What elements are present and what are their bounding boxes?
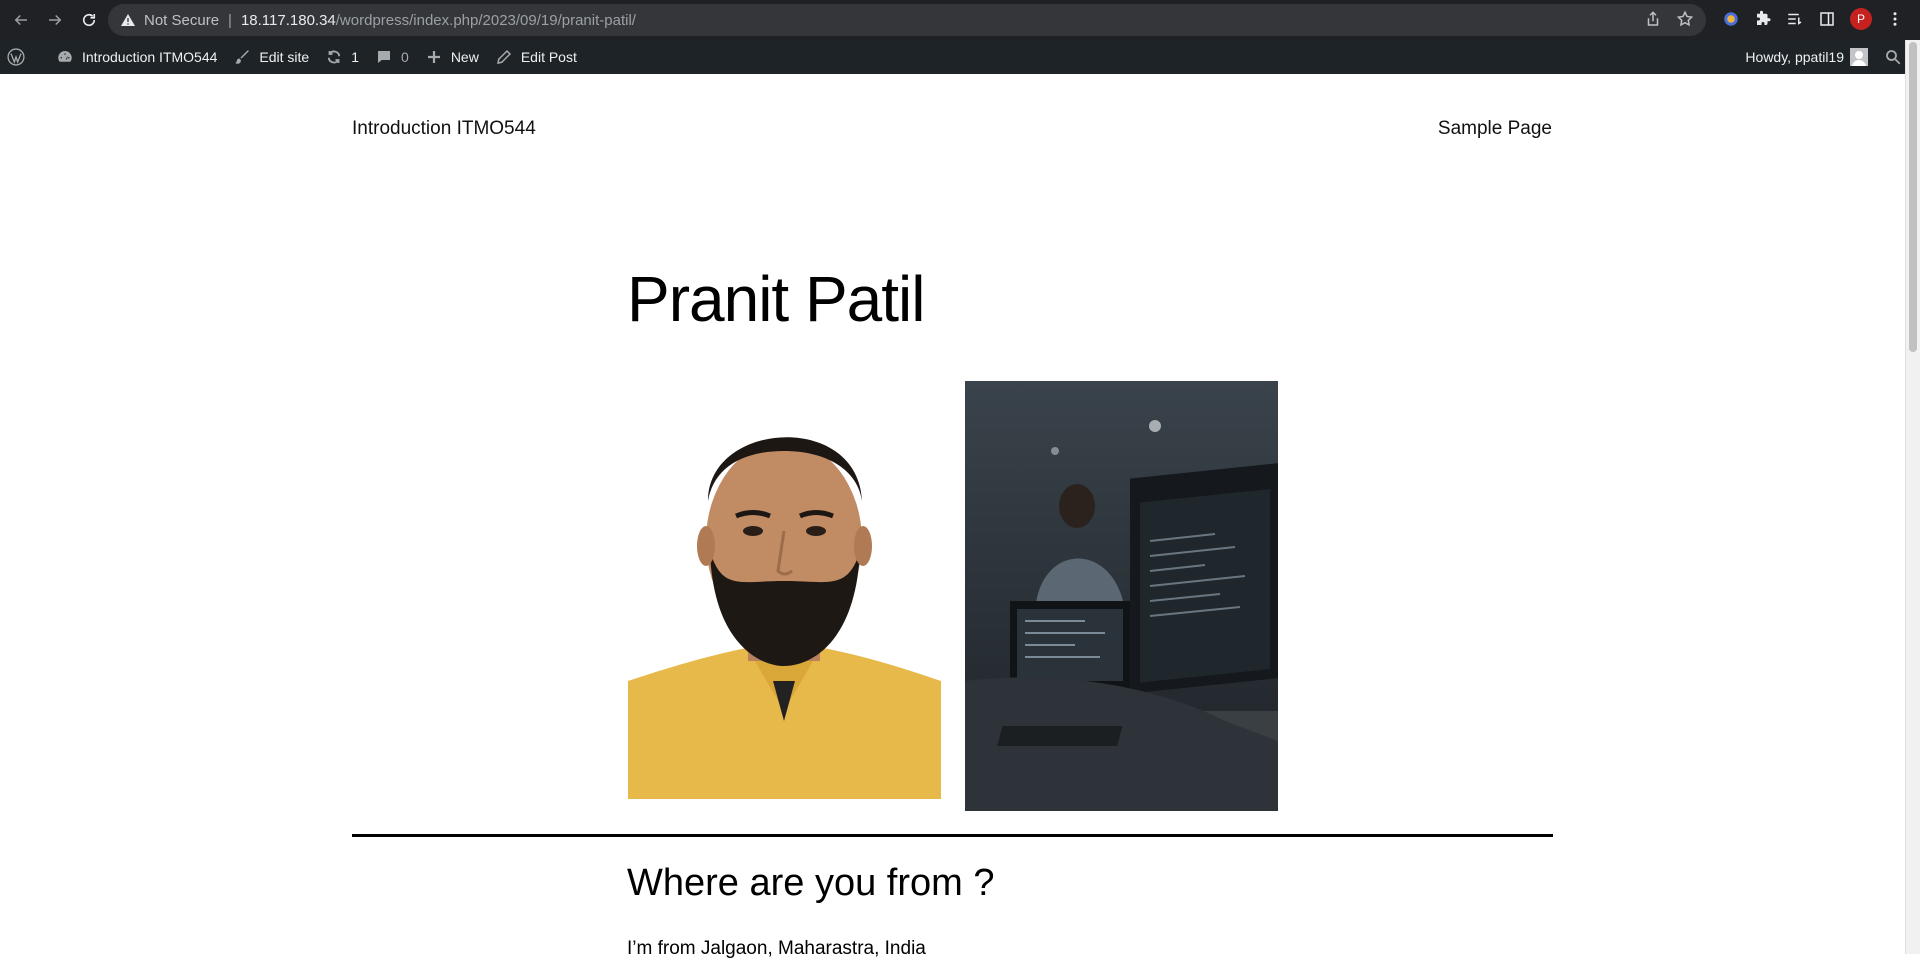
omnibox-actions: [1644, 10, 1694, 28]
reload-button[interactable]: [74, 5, 104, 35]
reload-icon: [82, 13, 96, 27]
section-paragraph: I’m from Jalgaon, Maharastra, India: [627, 938, 926, 959]
brush-icon: [235, 50, 250, 64]
url-separator: |: [228, 11, 232, 29]
site-title-link[interactable]: Introduction ITMO544: [352, 118, 536, 140]
wordpress-logo-icon: [7, 48, 25, 66]
comments-link[interactable]: 0: [367, 40, 417, 74]
new-label: New: [450, 49, 479, 65]
updates-link[interactable]: 1: [317, 40, 367, 74]
site-name-label: Introduction ITMO544: [82, 49, 218, 65]
site-header: Introduction ITMO544 Sample Page: [352, 118, 1552, 140]
howdy-label: Howdy, ppatil19: [1745, 49, 1844, 65]
edit-site-label: Edit site: [259, 49, 310, 65]
section-heading: Where are you from ?: [627, 862, 995, 904]
updates-count: 1: [351, 49, 360, 65]
back-arrow-icon: [14, 14, 27, 26]
puzzle-extensions-icon[interactable]: [1754, 10, 1772, 28]
admin-bar-secondary: Howdy, ppatil19: [1737, 40, 1920, 74]
profile-avatar[interactable]: P: [1850, 8, 1872, 30]
comments-count: 0: [401, 49, 409, 65]
office-workspace-photo: [965, 381, 1278, 811]
side-panel-icon[interactable]: [1818, 10, 1836, 28]
security-label[interactable]: Not Secure: [144, 12, 219, 29]
forward-arrow-icon: [49, 14, 62, 26]
user-avatar: [1850, 48, 1868, 66]
scrollbar-thumb[interactable]: [1909, 42, 1917, 352]
site-name-menu[interactable]: Introduction ITMO544: [48, 40, 225, 74]
browser-toolbar: Not Secure | 18.117.180.34/wordpress/ind…: [0, 0, 1920, 40]
url-host: 18.117.180.34: [240, 11, 336, 29]
address-bar[interactable]: Not Secure | 18.117.180.34/wordpress/ind…: [108, 4, 1706, 36]
extensions-area: P: [1722, 8, 1904, 30]
reading-list-icon[interactable]: [1786, 10, 1804, 28]
share-icon[interactable]: [1644, 10, 1662, 28]
new-content-menu[interactable]: New: [417, 40, 487, 74]
dashboard-icon: [58, 51, 72, 62]
extension-badge-icon[interactable]: [1722, 10, 1740, 28]
page-scrollbar[interactable]: [1905, 40, 1920, 954]
plus-icon: [427, 51, 440, 63]
updates-refresh-icon: [328, 50, 341, 64]
edit-post-link[interactable]: Edit Post: [487, 40, 585, 74]
pencil-icon: [496, 49, 511, 64]
my-account-menu[interactable]: Howdy, ppatil19: [1737, 40, 1876, 74]
post-title: Pranit Patil: [627, 263, 925, 335]
edit-post-label: Edit Post: [520, 49, 577, 65]
warning-icon: [121, 14, 135, 26]
comment-bubble-icon: [378, 51, 391, 63]
url-path: /wordpress/index.php/2023/09/19/pranit-p…: [335, 11, 636, 29]
more-menu-icon[interactable]: [1886, 10, 1904, 28]
bookmark-star-icon[interactable]: [1676, 10, 1694, 28]
nav-sample-page-link[interactable]: Sample Page: [1438, 118, 1552, 140]
section-divider: [352, 834, 1553, 837]
forward-button[interactable]: [40, 5, 70, 35]
wp-logo-menu[interactable]: [0, 40, 48, 74]
wp-admin-bar: Introduction ITMO544 Edit site 1 0 New E…: [0, 40, 1920, 74]
profile-photo: [628, 381, 941, 799]
back-button[interactable]: [6, 5, 36, 35]
search-icon: [1886, 50, 1901, 65]
edit-site-link[interactable]: Edit site: [225, 40, 317, 74]
